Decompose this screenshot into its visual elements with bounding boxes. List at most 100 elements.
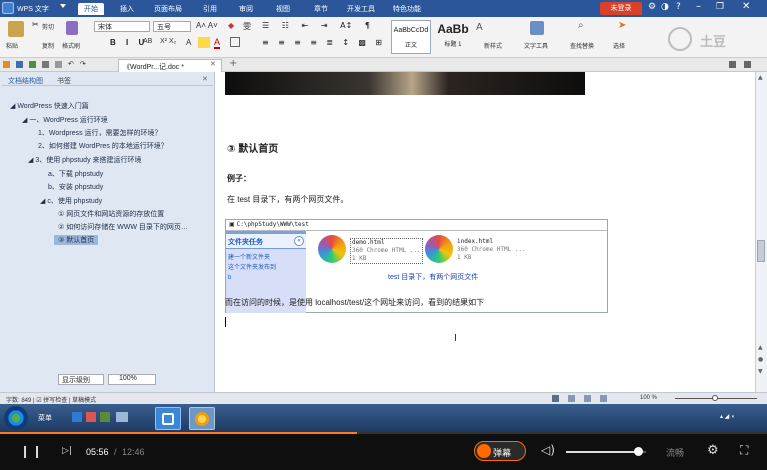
style-normal[interactable]: AaBbCcDd 正文	[391, 20, 431, 54]
outdent-icon[interactable]: ⇥	[321, 21, 328, 31]
open-icon[interactable]	[3, 61, 10, 68]
tab-home[interactable]: 开始	[78, 3, 104, 15]
find-replace-icon[interactable]: ⌕	[578, 20, 584, 31]
find-replace-button[interactable]: 查找替换	[570, 41, 594, 50]
scroll-prev-page-icon[interactable]: ▲	[758, 344, 763, 351]
document-page[interactable]: ③ 默认首页 例子： 在 test 目录下，有两个网页文件。 ▣ C:\phpS…	[215, 72, 755, 392]
new-style-button[interactable]: 新样式	[484, 41, 502, 50]
align-center-icon[interactable]: ≡	[278, 38, 285, 48]
window-layout-icon[interactable]	[729, 61, 736, 68]
danmaku-toggle[interactable]: 弹幕	[474, 441, 526, 461]
highlight-icon[interactable]	[198, 37, 210, 48]
volume-icon[interactable]: ◁)	[541, 443, 555, 457]
cut-icon[interactable]: ✂	[32, 20, 39, 29]
shading-icon[interactable]: ▩	[358, 38, 366, 48]
nav-item[interactable]: b、安装 phpstudy	[48, 182, 103, 192]
undo-icon[interactable]: ↶	[68, 61, 74, 70]
tab-document-map[interactable]: 文档结构图	[8, 76, 43, 86]
tab-review[interactable]: 审阅	[239, 4, 253, 14]
select-button[interactable]: 选择	[613, 41, 625, 50]
view-page-icon[interactable]	[552, 395, 559, 402]
start-button-icon[interactable]	[4, 406, 28, 430]
show-level-select[interactable]: 显示级别	[58, 374, 104, 385]
nav-item[interactable]: 1、Wordpress 运行，需要怎样的环境？	[38, 128, 162, 138]
tab-features[interactable]: 特色功能	[393, 4, 421, 14]
preview-icon[interactable]	[42, 61, 49, 68]
window-close-doc-icon[interactable]	[744, 61, 751, 68]
zoom-slider-thumb[interactable]	[712, 395, 718, 401]
font-size-select[interactable]: 五号	[153, 21, 191, 32]
paste-button-label[interactable]: 粘贴	[6, 41, 18, 50]
tab-references[interactable]: 引用	[203, 4, 217, 14]
nav-item[interactable]: ② 如何访问存储在 WWW 目录下的网页…	[58, 222, 188, 232]
show-marks-icon[interactable]: ¶	[365, 21, 370, 31]
font-name-select[interactable]: 宋体	[94, 21, 150, 32]
save-icon[interactable]	[16, 61, 23, 68]
nav-item[interactable]: ① 网页文件和网站资源的存放位置	[58, 209, 164, 219]
next-icon[interactable]: ▷|	[62, 446, 72, 456]
tab-developer[interactable]: 开发工具	[347, 4, 375, 14]
sort-icon[interactable]: A↕	[340, 21, 352, 31]
select-cursor-icon[interactable]: ➤	[618, 20, 626, 31]
nav-item[interactable]: ◢ c、使用 phpstudy	[40, 196, 102, 206]
dropdown-icon[interactable]	[60, 4, 66, 10]
nav-item[interactable]: 2、如何搭建 WordPres 的本地运行环境？	[38, 141, 168, 151]
zoom-select[interactable]: 100%	[108, 374, 156, 385]
wps-logo-icon[interactable]	[2, 2, 14, 14]
taskbar-ie-app[interactable]	[189, 407, 215, 430]
nav-item[interactable]: a、下载 phpstudy	[48, 169, 103, 179]
tab-bookmarks[interactable]: 书签	[57, 76, 71, 86]
scroll-up-icon[interactable]: ▲	[758, 74, 763, 81]
char-shading-icon[interactable]: A	[186, 38, 191, 47]
borders-icon[interactable]: ⊞	[375, 38, 382, 48]
scroll-thumb[interactable]	[757, 240, 765, 262]
pause-icon[interactable]: ❙❙	[20, 444, 44, 458]
align-right-icon[interactable]: ≡	[294, 38, 301, 48]
app-icon[interactable]	[100, 412, 110, 422]
tray-icons[interactable]: ▴ ◢ ◖	[720, 413, 735, 420]
skin-icon[interactable]: ◑	[661, 2, 669, 12]
clear-format-icon[interactable]: ◆	[228, 21, 234, 30]
close-pane-icon[interactable]: ✕	[202, 75, 208, 83]
browser-icon[interactable]	[86, 412, 96, 422]
help-icon[interactable]: ?	[676, 2, 681, 12]
redo-icon[interactable]: ↷	[80, 61, 86, 70]
restore-icon[interactable]: ❐	[716, 2, 724, 12]
justify-icon[interactable]: ≡	[310, 38, 317, 48]
tab-page-layout[interactable]: 页面布局	[154, 4, 182, 14]
cut-button[interactable]: 剪切	[42, 22, 54, 31]
vertical-scrollbar[interactable]: ▲ ▲ ● ▼	[755, 72, 767, 392]
close-tab-icon[interactable]: ✕	[210, 60, 216, 68]
align-left-icon[interactable]: ≡	[262, 38, 269, 48]
explorer-icon[interactable]	[72, 412, 82, 422]
style-heading-1[interactable]: AaBb 标题 1	[433, 20, 473, 54]
fullscreen-icon[interactable]: ⛶	[740, 443, 748, 458]
strikethrough-icon[interactable]: AB	[143, 38, 152, 45]
char-border-icon[interactable]	[230, 37, 240, 47]
new-tab-icon[interactable]: +	[229, 58, 237, 69]
view-read-icon[interactable]	[600, 395, 607, 402]
view-web-icon[interactable]	[584, 395, 591, 402]
start-menu-label[interactable]: 菜单	[38, 413, 52, 423]
text-tools-button[interactable]: 文字工具	[524, 41, 548, 50]
document-tab[interactable]: 《WordPr...记.doc *	[118, 59, 222, 72]
new-style-icon[interactable]: A	[476, 22, 483, 33]
superscript-icon[interactable]: X² X₂	[160, 38, 176, 45]
distributed-icon[interactable]: ≣	[326, 38, 333, 48]
settings-icon[interactable]: ⚙	[707, 443, 719, 458]
scroll-next-page-icon[interactable]: ▼	[758, 368, 763, 375]
tab-view[interactable]: 视图	[276, 4, 290, 14]
login-button[interactable]: 未登录	[600, 2, 642, 15]
line-spacing-icon[interactable]: ↕	[342, 38, 349, 48]
format-painter-button[interactable]: 格式刷	[62, 41, 80, 50]
copy-button[interactable]: 复制	[42, 41, 54, 50]
nav-item-selected[interactable]: ③ 默认首页	[54, 235, 99, 245]
font-color-icon[interactable]: A	[214, 37, 221, 49]
format-painter-icon[interactable]	[66, 21, 78, 35]
text-tools-icon[interactable]	[530, 21, 544, 35]
grow-shrink-font-icon[interactable]: A˄ A˅	[196, 21, 218, 30]
phonetic-icon[interactable]: 雯	[243, 21, 251, 32]
nav-item[interactable]: ◢ 一、WordPress 运行环境	[22, 115, 108, 125]
app-menu-button[interactable]: WPS 文字	[17, 4, 49, 14]
select-browse-object-icon[interactable]: ●	[758, 356, 763, 363]
